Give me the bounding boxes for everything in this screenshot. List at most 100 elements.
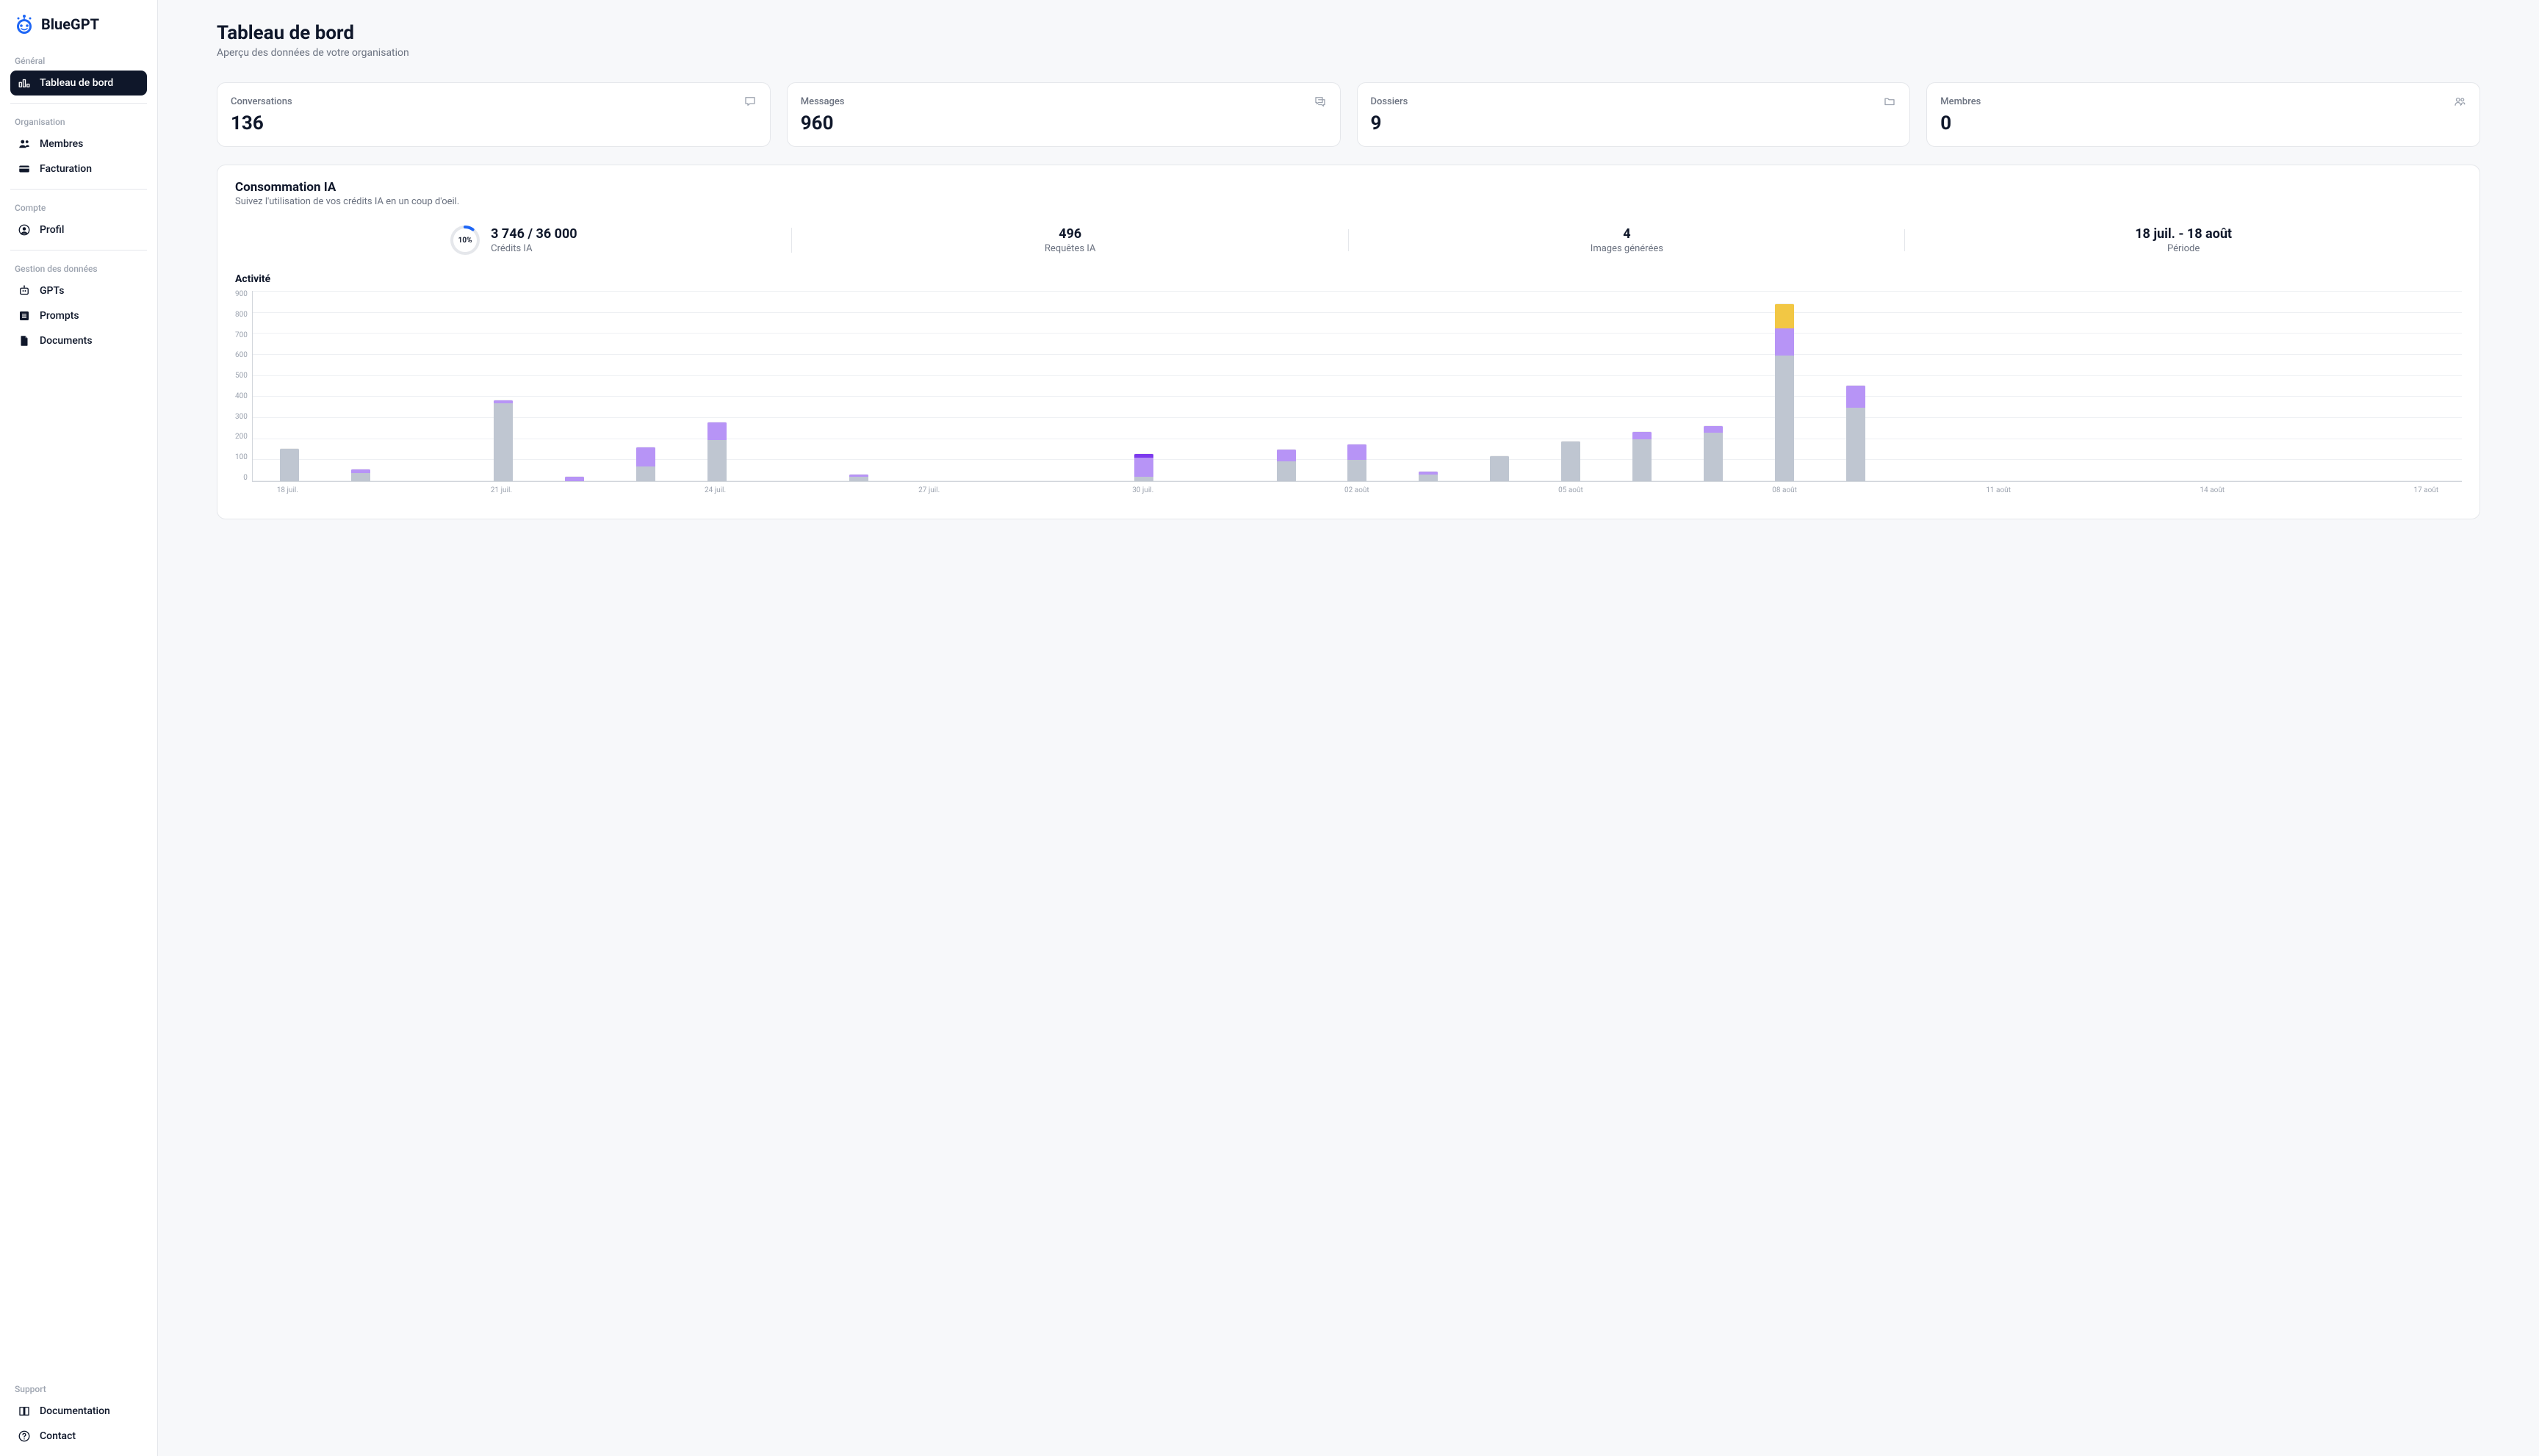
bar[interactable] <box>351 469 370 481</box>
bar[interactable] <box>1846 385 1865 481</box>
bar-slot <box>1250 449 1322 481</box>
nav-label: Documentation <box>40 1405 110 1417</box>
chat-icon <box>743 95 757 108</box>
bar-segment <box>1775 304 1794 328</box>
x-tick <box>1463 486 1535 494</box>
bar[interactable] <box>1490 455 1509 481</box>
page-title: Tableau de bord <box>217 22 2480 44</box>
y-tick: 400 <box>235 393 248 400</box>
bar-slot <box>254 448 325 481</box>
consumption-panel: Consommation IA Suivez l'utilisation de … <box>217 165 2480 519</box>
period-label: Période <box>1912 243 2455 254</box>
x-tick <box>1820 486 1892 494</box>
robot-icon <box>18 284 31 298</box>
stat-label: Messages <box>801 96 845 107</box>
x-tick <box>1036 486 1107 494</box>
x-tick <box>1178 486 1250 494</box>
bar-segment <box>1561 442 1580 481</box>
sidebar-item-contact[interactable]: Contact <box>10 1424 147 1449</box>
images-value: 4 <box>1356 226 1898 242</box>
x-tick: 02 août <box>1321 486 1392 494</box>
stat-label: Dossiers <box>1371 96 1408 107</box>
nav-label: Documents <box>40 335 93 347</box>
list-icon <box>18 309 31 322</box>
bar[interactable] <box>1775 303 1794 481</box>
sidebar-item-dashboard[interactable]: Tableau de bord <box>10 71 147 95</box>
requests-label: Requêtes IA <box>799 243 1341 254</box>
stat-card: Conversations136 <box>217 82 771 147</box>
sidebar-item-prompts[interactable]: Prompts <box>10 303 147 328</box>
users-icon <box>18 137 31 151</box>
logo[interactable]: BlueGPT <box>10 13 147 35</box>
bar-segment <box>1490 456 1509 481</box>
nav-label: Tableau de bord <box>40 77 113 89</box>
consumption-title: Consommation IA <box>235 180 2462 195</box>
sidebar-item-documents[interactable]: Documents <box>10 328 147 353</box>
bar-segment <box>1846 386 1865 408</box>
stat-card: Messages 960 <box>787 82 1341 147</box>
bar-segment <box>1632 432 1652 439</box>
sidebar-item-profile[interactable]: Profil <box>10 217 147 242</box>
bar-slot <box>1464 455 1535 481</box>
sidebar: BlueGPT GénéralTableau de bordOrganisati… <box>0 0 158 1456</box>
y-tick: 300 <box>235 414 248 421</box>
bar[interactable] <box>1561 441 1580 481</box>
bar[interactable] <box>636 447 655 481</box>
y-tick: 100 <box>235 454 248 461</box>
bar[interactable] <box>1419 471 1438 481</box>
x-tick <box>608 486 680 494</box>
y-tick: 200 <box>235 433 248 441</box>
bar[interactable] <box>1277 449 1296 481</box>
stat-card: Dossiers 9 <box>1357 82 1911 147</box>
bar[interactable] <box>1347 444 1366 481</box>
bar-slot <box>1607 431 1678 481</box>
x-tick <box>751 486 822 494</box>
bar-segment <box>636 466 655 481</box>
nav-label: Facturation <box>40 163 92 175</box>
sidebar-item-docs[interactable]: Documentation <box>10 1399 147 1424</box>
bar-segment <box>636 447 655 466</box>
x-tick <box>2034 486 2106 494</box>
sidebar-item-members[interactable]: Membres <box>10 131 147 156</box>
requests-value: 496 <box>799 226 1341 242</box>
nav-label: Prompts <box>40 310 79 322</box>
bar-slot <box>1677 425 1749 481</box>
x-tick <box>1606 486 1677 494</box>
sidebar-item-gpts[interactable]: GPTs <box>10 278 147 303</box>
bar[interactable] <box>280 448 299 481</box>
bar-segment <box>1846 408 1865 481</box>
y-tick: 900 <box>235 291 248 298</box>
bar-segment <box>1419 475 1438 481</box>
x-tick <box>2319 486 2391 494</box>
y-tick: 0 <box>235 475 248 482</box>
credit-card-icon <box>18 162 31 176</box>
bar-slot <box>610 447 681 481</box>
sidebar-item-billing[interactable]: Facturation <box>10 156 147 181</box>
bar[interactable] <box>849 474 868 481</box>
credits-metric: 10% 3 746 / 36 000 Crédits IA <box>235 222 792 259</box>
bar[interactable] <box>565 476 584 481</box>
bar[interactable] <box>494 400 513 481</box>
logo-icon <box>13 13 35 35</box>
bar[interactable] <box>1632 431 1652 481</box>
bar[interactable] <box>1704 425 1723 481</box>
metrics-row: 10% 3 746 / 36 000 Crédits IA 496 Requêt… <box>235 222 2462 259</box>
bar-segment <box>1632 439 1652 481</box>
bar[interactable] <box>1134 453 1153 481</box>
stat-value: 9 <box>1371 112 1897 134</box>
bar-segment <box>707 422 727 440</box>
credits-label: Crédits IA <box>491 243 577 254</box>
bar-segment <box>1277 461 1296 481</box>
progress-percent: 10% <box>450 225 480 256</box>
x-tick <box>1892 486 1963 494</box>
x-tick <box>1392 486 1463 494</box>
bar-slot <box>325 469 397 481</box>
file-icon <box>18 334 31 347</box>
bar-slot <box>1749 303 1820 481</box>
x-tick: 30 juil. <box>1107 486 1178 494</box>
logo-text: BlueGPT <box>41 15 99 33</box>
help-icon <box>18 1430 31 1443</box>
stat-value: 960 <box>801 112 1327 134</box>
bar[interactable] <box>707 422 727 481</box>
bar-segment <box>1134 458 1153 477</box>
